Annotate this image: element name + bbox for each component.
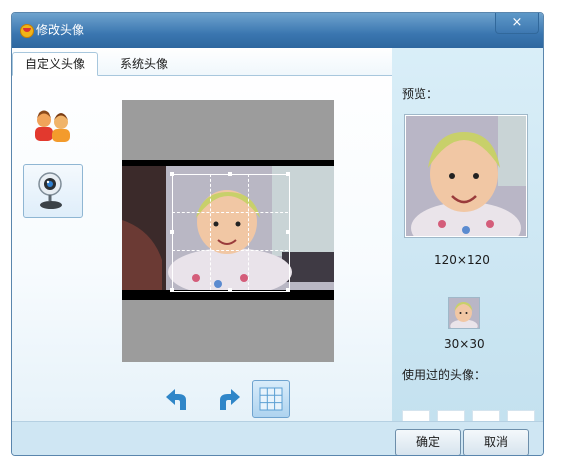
tab-system-avatar[interactable]: 系统头像 — [114, 53, 174, 75]
cancel-button[interactable]: 取消 — [463, 429, 529, 455]
preview-large — [404, 114, 528, 254]
rotate-right-icon — [220, 389, 240, 410]
editor-panel: 自定义头像 系统头像 — [12, 48, 392, 421]
grid-icon — [259, 387, 283, 411]
preview-panel: 预览： 120×120 30×30 使用过的头像： — [392, 48, 543, 440]
crop-handle[interactable] — [170, 288, 174, 292]
qq-logo-icon — [20, 24, 34, 38]
webcam-button[interactable] — [23, 164, 83, 218]
people-icon — [35, 110, 70, 142]
tab-bar: 自定义头像 系统头像 — [12, 48, 392, 76]
preview-large-size: 120×120 — [434, 253, 490, 267]
crop-handle[interactable] — [228, 172, 232, 176]
grid-toggle-button[interactable] — [252, 380, 290, 418]
crop-rectangle[interactable] — [172, 174, 290, 292]
crop-handle[interactable] — [170, 172, 174, 176]
preview-small-image — [449, 298, 479, 333]
preview-large-image — [406, 116, 526, 254]
tab-custom-avatar[interactable]: 自定义头像 — [12, 52, 98, 76]
crop-handle[interactable] — [286, 172, 290, 176]
crop-handle[interactable] — [286, 288, 290, 292]
crop-guide-line — [172, 212, 288, 213]
ok-button[interactable]: 确定 — [395, 429, 461, 455]
crop-guide-line — [172, 250, 288, 251]
title-bar[interactable]: 修改头像 × — [12, 13, 543, 48]
preview-small-size: 30×30 — [444, 337, 485, 351]
crop-handle[interactable] — [170, 230, 174, 234]
rotate-right-button[interactable] — [210, 382, 242, 417]
history-label: 使用过的头像： — [402, 368, 487, 382]
crop-stage[interactable] — [122, 100, 334, 362]
button-bar: 确定 取消 — [12, 421, 543, 455]
crop-handle[interactable] — [286, 230, 290, 234]
avatar-gallery-button[interactable] — [24, 106, 82, 158]
close-button[interactable]: × — [495, 13, 539, 34]
rotate-left-icon — [166, 389, 186, 410]
window-title: 修改头像 — [36, 23, 85, 37]
dialog-window: 修改头像 × 自定义头像 系统头像 预览： 120×120 30×30 使用过的… — [11, 12, 544, 456]
webcam-icon — [38, 172, 62, 209]
crop-handle[interactable] — [228, 288, 232, 292]
crop-guide-line — [248, 174, 249, 290]
crop-guide-line — [210, 174, 211, 290]
preview-label: 预览： — [402, 87, 439, 101]
rotate-left-button[interactable] — [164, 382, 196, 417]
preview-small — [448, 297, 480, 333]
